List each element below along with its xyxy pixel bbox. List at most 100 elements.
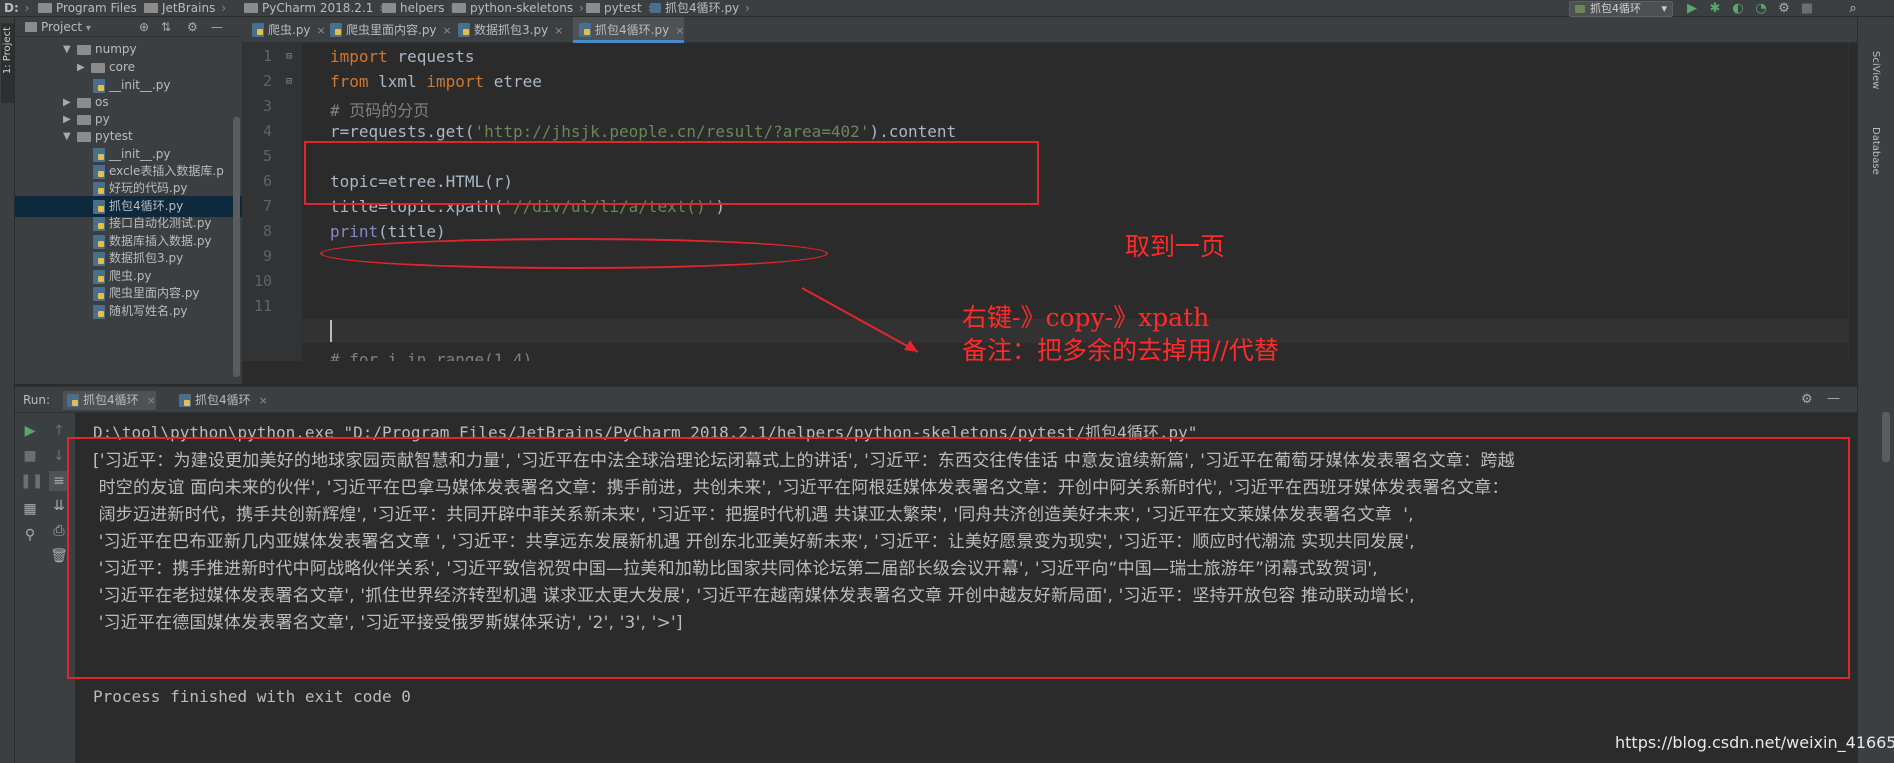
python-file-icon xyxy=(330,23,342,37)
arrow-up-icon[interactable]: ↑ xyxy=(49,421,69,441)
hide-panel-icon[interactable]: — xyxy=(211,20,223,34)
code-line-comment: # 页码的分页 xyxy=(330,101,430,120)
line-number: 5 xyxy=(262,147,272,165)
line-number: 3 xyxy=(262,97,272,115)
console-scrollbar-thumb[interactable] xyxy=(1882,412,1890,462)
annotation-note: 右键-》copy-》xpath xyxy=(962,303,1210,332)
python-file-icon xyxy=(252,23,264,37)
breadcrumb-item[interactable]: Program Files› xyxy=(38,0,148,17)
editor-tab[interactable]: 爬虫.py × xyxy=(246,17,326,43)
editor-scrollbar[interactable] xyxy=(1848,43,1857,361)
annotation-arrow-line xyxy=(801,287,919,353)
breadcrumb-item[interactable]: D: › xyxy=(4,0,30,17)
pause-icon[interactable]: ❚❚ xyxy=(20,471,43,491)
line-number: 4 xyxy=(262,122,272,140)
watermark: https://blog.csdn.net/weixin_41665637 xyxy=(1615,733,1894,752)
run-tab[interactable]: 抓包4循环 × xyxy=(175,391,268,410)
project-view-select[interactable]: Project ▾ xyxy=(25,20,91,34)
search-icon[interactable]: ⌕ xyxy=(1845,1,1861,16)
stop-icon[interactable]: ■ xyxy=(20,446,40,466)
close-icon[interactable]: × xyxy=(259,394,268,407)
coverage-icon[interactable]: ◐ xyxy=(1730,1,1746,16)
collapse-all-icon[interactable]: ⇅ xyxy=(161,20,171,34)
pin-icon[interactable]: ⚲ xyxy=(20,525,40,545)
breadcrumb-item[interactable]: JetBrains › xyxy=(144,0,226,17)
breadcrumb-item[interactable]: PyCharm 2018.2.1› xyxy=(244,0,384,17)
code-line: from lxml import etree xyxy=(330,72,542,91)
console-exit-line: Process finished with exit code 0 xyxy=(93,687,411,706)
chevron-down-icon: ▾ xyxy=(1661,2,1667,15)
scroll-from-source-icon[interactable]: ⊕ xyxy=(139,20,149,34)
line-number: 7 xyxy=(262,197,272,215)
arrow-down-icon[interactable]: ↓ xyxy=(49,446,69,466)
folder-icon xyxy=(586,3,600,13)
folder-icon xyxy=(77,115,91,125)
code-line: import requests xyxy=(330,47,475,66)
folder-icon xyxy=(77,45,91,55)
text-caret xyxy=(330,320,332,342)
play-icon[interactable]: ▶ xyxy=(1684,1,1700,16)
print-icon[interactable]: ⎙ xyxy=(49,521,69,541)
python-file-icon xyxy=(93,200,105,214)
breadcrumb-item[interactable]: pytest› xyxy=(586,0,653,17)
code-line-comment: # for i in range(1,4) xyxy=(330,350,533,361)
annotation-arrow xyxy=(801,287,919,353)
python-file-icon xyxy=(93,165,105,179)
fold-icon[interactable]: ⊟ xyxy=(286,76,292,87)
breadcrumb-item[interactable]: python-skeletons › xyxy=(452,0,584,17)
annotation-ellipse-xpath xyxy=(320,238,828,269)
stop-icon[interactable]: ■ xyxy=(1799,1,1815,16)
editor-tab[interactable]: 爬虫里面内容.py × xyxy=(324,17,452,43)
folder-icon xyxy=(77,132,91,142)
close-icon[interactable]: × xyxy=(147,394,156,407)
chevron-down-icon: ▾ xyxy=(85,23,91,34)
run-configuration-select[interactable]: 抓包4循环 ▾ xyxy=(1569,1,1673,17)
python-file-icon xyxy=(93,305,105,319)
editor-tab-active[interactable]: 抓包4循环.py × xyxy=(573,17,685,43)
gear-icon[interactable]: ⚙ xyxy=(1801,392,1813,407)
python-file-icon xyxy=(93,79,105,93)
rerun-icon[interactable]: ▶ xyxy=(20,421,40,441)
bug-icon[interactable]: ✱ xyxy=(1707,1,1723,16)
python-file-icon xyxy=(179,394,191,407)
code-line: r=requests.get('http://jhsjk.people.cn/r… xyxy=(330,122,957,141)
breadcrumb-item[interactable]: 抓包4循环.py › xyxy=(650,0,750,17)
python-run-config-icon xyxy=(1575,5,1585,13)
breadcrumb-item[interactable]: helpers› xyxy=(382,0,455,17)
gear-icon[interactable]: ⚙ xyxy=(187,20,198,34)
python-file-icon xyxy=(67,394,79,407)
database-tool-tab[interactable]: Database xyxy=(1870,127,1881,175)
annotation-note: 取到一页 xyxy=(1125,232,1226,261)
project-panel: Project ▾ ⊕ ⇅ ⚙ — ▼ numpy ▶ core __init_… xyxy=(15,17,242,384)
annotation-note: 备注：把多余的去掉用//代替 xyxy=(962,336,1279,365)
build-icon[interactable]: ⚙ xyxy=(1776,1,1792,16)
project-tool-tab[interactable]: 1: Project xyxy=(1,23,14,103)
python-file-icon xyxy=(458,23,470,37)
close-icon[interactable]: × xyxy=(675,24,684,37)
project-scrollbar[interactable] xyxy=(233,117,240,377)
scroll-to-end-icon[interactable]: ⇊ xyxy=(49,496,69,516)
close-icon[interactable]: × xyxy=(554,24,563,37)
soft-wrap-icon[interactable]: ≡ xyxy=(49,471,69,491)
hide-panel-icon[interactable]: — xyxy=(1827,391,1840,406)
run-tab[interactable]: 抓包4循环 × xyxy=(63,391,156,410)
close-icon[interactable]: × xyxy=(443,24,452,37)
tree-item-file[interactable]: 随机写姓名.py xyxy=(15,301,242,322)
right-tool-strip: SciView Database xyxy=(1857,17,1894,763)
editor-tab[interactable]: 数据抓包3.py × xyxy=(452,17,563,43)
sciview-tool-tab[interactable]: SciView xyxy=(1870,51,1881,89)
python-file-icon xyxy=(93,252,105,266)
folder-icon xyxy=(77,98,91,108)
profile-icon[interactable]: ◔ xyxy=(1753,1,1769,16)
fold-icon[interactable]: ⊟ xyxy=(286,51,292,62)
python-file-icon xyxy=(93,182,105,196)
run-panel-label: Run: xyxy=(23,393,51,407)
python-file-icon xyxy=(93,287,105,301)
trash-icon[interactable]: 🗑 xyxy=(49,546,69,566)
python-file-icon xyxy=(650,3,661,13)
line-number-gutter: 1 2 3 4 5 6 7 8 9 10 11 ⊟ ⊟ xyxy=(242,43,302,361)
folder-icon xyxy=(382,3,396,13)
layout-icon[interactable]: ▦ xyxy=(20,499,40,519)
folder-icon xyxy=(244,3,258,13)
line-number: 11 xyxy=(253,297,272,315)
